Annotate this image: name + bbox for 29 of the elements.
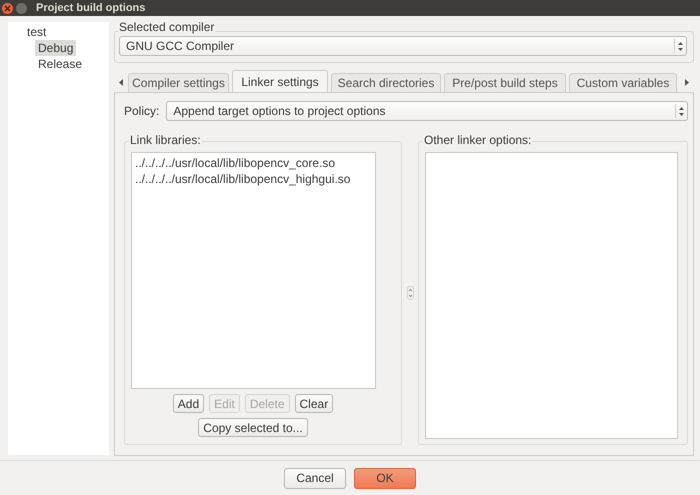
policy-dropdown[interactable]: Append target options to project options (166, 101, 688, 121)
tree-item[interactable]: Debug (35, 40, 76, 56)
tab[interactable]: Search directories (331, 73, 441, 92)
close-button[interactable] (2, 2, 13, 14)
list-item[interactable]: ../../../../usr/local/lib/libopencv_core.so (135, 155, 372, 171)
list-item[interactable]: ../../../../usr/local/lib/libopencv_highgui.so (135, 171, 372, 187)
link-libraries-list[interactable]: ../../../../usr/local/lib/libopencv_core.so ../../../../usr/local/lib/libopencv_highgui.so (131, 152, 376, 389)
window-title: Project build options (36, 2, 146, 14)
dialog-button[interactable]: OK (354, 468, 416, 488)
tree-item[interactable]: Release (35, 56, 86, 72)
tree-item[interactable]: test (24, 24, 50, 40)
scroll-left-icon[interactable] (119, 78, 123, 86)
policy-label: Policy: (124, 104, 160, 118)
group-label: Selected compiler (118, 20, 216, 34)
tab[interactable]: Pre/post build steps (444, 73, 566, 92)
group-label: Link libraries: (129, 133, 202, 147)
tab[interactable]: Linker settings (232, 70, 328, 92)
copy-selected-button[interactable]: Copy selected to... (198, 418, 308, 437)
splitter-handle-icon[interactable] (406, 286, 414, 300)
compiler-dropdown[interactable]: GNU GCC Compiler (119, 36, 687, 56)
action-button[interactable]: Clear (294, 394, 334, 413)
spinner-arrows-icon (679, 106, 684, 116)
tab[interactable]: Compiler settings (128, 73, 229, 92)
group-label: Other linker options: (423, 133, 532, 147)
tab[interactable]: Custom variables (569, 73, 677, 92)
spinner-arrows-icon (678, 42, 683, 50)
action-button[interactable]: Add (172, 394, 204, 413)
dialog-button[interactable]: Cancel (284, 468, 346, 488)
scroll-right-icon[interactable] (685, 78, 689, 86)
